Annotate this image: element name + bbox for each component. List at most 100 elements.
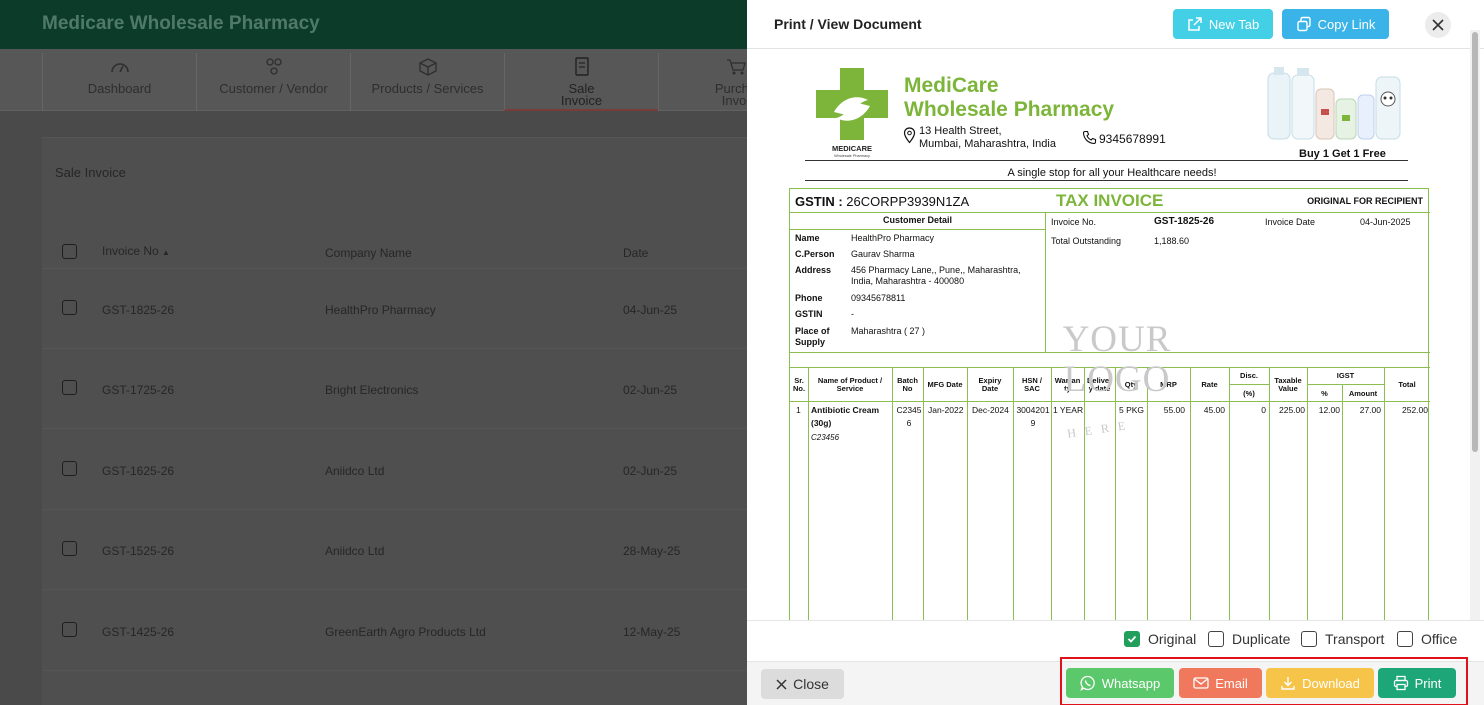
tagline: A single stop for all your Healthcare ne… bbox=[1007, 167, 1217, 179]
copy-type-label: ORIGINAL FOR RECIPIENT bbox=[1307, 196, 1423, 206]
box-icon bbox=[418, 58, 437, 76]
table-row[interactable]: GST-1725-26 Bright Electronics 02-Jun-25 bbox=[42, 349, 762, 429]
item-batch: C2345 6 bbox=[896, 405, 922, 428]
customer-name-label: Name bbox=[795, 233, 820, 243]
col-rate: Rate bbox=[1201, 380, 1218, 389]
nav-sale-invoice[interactable]: Sale Invoice bbox=[504, 53, 658, 111]
scrollbar-thumb[interactable] bbox=[1472, 32, 1478, 452]
copy-icon bbox=[1296, 16, 1311, 32]
invoice-no: GST-1425-26 bbox=[102, 625, 175, 639]
col-disc-pct: (%) bbox=[1243, 389, 1255, 398]
grid-line bbox=[1229, 384, 1269, 385]
col-line bbox=[1115, 367, 1116, 620]
col-igst: IGST bbox=[1336, 371, 1355, 380]
gauge-icon bbox=[110, 63, 129, 73]
nav-products-services[interactable]: Products / Services bbox=[350, 53, 504, 111]
header-company-name[interactable]: Company Name bbox=[325, 246, 412, 260]
col-product-name: Name of Product / Service bbox=[817, 376, 883, 393]
col-batch-no: Batch No bbox=[897, 376, 918, 393]
col-taxable-value: Taxable Value bbox=[1274, 376, 1302, 393]
phone-icon bbox=[1082, 130, 1097, 145]
item-qty: 5 PKG bbox=[1119, 405, 1145, 415]
col-hsn-sac: HSN / SAC bbox=[1021, 376, 1042, 393]
col-sr-no: Sr. No. bbox=[792, 376, 806, 393]
invoice-date: 12-May-25 bbox=[623, 625, 681, 639]
transport-checkbox[interactable]: Transport bbox=[1301, 631, 1384, 647]
copy-link-button[interactable]: Copy Link bbox=[1282, 9, 1389, 39]
invoice-date: 02-Jun-25 bbox=[623, 464, 678, 478]
row-checkbox[interactable] bbox=[62, 380, 77, 395]
item-mrp: 55.00 bbox=[1163, 405, 1185, 415]
col-line bbox=[967, 367, 968, 620]
email-button[interactable]: Email bbox=[1179, 668, 1262, 698]
logo-subtext: Wholesale Pharmacy bbox=[834, 154, 870, 158]
office-checkbox[interactable]: Office bbox=[1397, 631, 1457, 647]
customer-address-label: Address bbox=[795, 265, 832, 275]
unchecked-icon bbox=[1301, 631, 1317, 647]
table-row[interactable]: GST-1525-26 Aniidco Ltd 28-May-25 bbox=[42, 510, 762, 590]
item-igst-pct: 12.00 bbox=[1318, 405, 1340, 415]
nav-label-2: Invoice bbox=[560, 93, 603, 108]
new-tab-button[interactable]: New Tab bbox=[1173, 9, 1273, 39]
nav-customer-vendor[interactable]: Customer / Vendor bbox=[196, 53, 350, 111]
table-row[interactable]: GST-1825-26 HealthPro Pharmacy 04-Jun-25 bbox=[42, 269, 762, 349]
table-row[interactable]: GST-1425-26 GreenEarth Agro Products Ltd… bbox=[42, 591, 762, 671]
nav-label: Products / Services bbox=[371, 81, 484, 96]
mail-icon bbox=[1193, 677, 1209, 689]
header-date[interactable]: Date bbox=[623, 246, 648, 260]
nav-dashboard[interactable]: Dashboard bbox=[42, 53, 196, 111]
gstin-value: 26CORPP3939N1ZA bbox=[846, 194, 970, 209]
invoice-no: GST-1525-26 bbox=[102, 544, 175, 558]
total-outstanding-value: 1,188.60 bbox=[1154, 236, 1190, 246]
col-igst-pct: % bbox=[1321, 389, 1328, 398]
download-button[interactable]: Download bbox=[1266, 668, 1374, 698]
table-row[interactable]: GST-1625-26 Aniidco Ltd 02-Jun-25 bbox=[42, 430, 762, 510]
select-all-checkbox[interactable] bbox=[62, 244, 77, 259]
logo-watermark: YOUR LOGO bbox=[1062, 319, 1172, 400]
item-hsn: 3004201 9 bbox=[1016, 405, 1050, 428]
original-checkbox[interactable]: Original bbox=[1124, 631, 1196, 647]
print-label: Print bbox=[1414, 675, 1442, 691]
drawer-title: Print / View Document bbox=[774, 16, 922, 32]
nav-label: Dashboard bbox=[87, 81, 152, 96]
users-icon bbox=[265, 58, 282, 75]
grid-line bbox=[1045, 212, 1046, 352]
close-button[interactable]: Close bbox=[761, 669, 844, 699]
company-name: Aniidco Ltd bbox=[325, 464, 385, 478]
print-view-drawer: Print / View Document New Tab Copy Link … bbox=[747, 0, 1484, 705]
duplicate-checkbox[interactable]: Duplicate bbox=[1208, 631, 1290, 647]
customer-name: HealthPro Pharmacy bbox=[851, 233, 935, 243]
invoice-date: 02-Jun-25 bbox=[623, 383, 678, 397]
row-checkbox[interactable] bbox=[62, 622, 77, 637]
company-phone: 9345678991 bbox=[1099, 132, 1166, 146]
header-invoice-no[interactable]: Invoice No ▲ bbox=[102, 244, 170, 258]
col-expiry-date: Expiry Date bbox=[978, 376, 1002, 393]
row-checkbox[interactable] bbox=[62, 461, 77, 476]
col-line bbox=[1084, 367, 1085, 620]
col-disc: Disc. bbox=[1240, 371, 1258, 380]
grid-line bbox=[790, 401, 1430, 402]
invoice-date-label: Invoice Date bbox=[1265, 217, 1316, 227]
new-tab-label: New Tab bbox=[1208, 16, 1260, 32]
promo-text: Buy 1 Get 1 Free bbox=[1299, 148, 1386, 160]
row-checkbox[interactable] bbox=[62, 300, 77, 315]
printer-icon bbox=[1393, 675, 1408, 691]
customer-gstin-label: GSTIN bbox=[795, 309, 823, 319]
card-title: Sale Invoice bbox=[55, 165, 126, 180]
whatsapp-label: Whatsapp bbox=[1101, 675, 1161, 691]
item-disc: 0 bbox=[1261, 405, 1266, 415]
company-address: 13 Health Street, Mumbai, Maharashtra, I… bbox=[919, 125, 1056, 151]
print-button[interactable]: Print bbox=[1378, 668, 1456, 698]
row-checkbox[interactable] bbox=[62, 541, 77, 556]
unchecked-icon bbox=[1397, 631, 1413, 647]
document-preview[interactable]: MEDICARE Wholesale Pharmacy MediCare Who… bbox=[757, 50, 1467, 620]
whatsapp-button[interactable]: Whatsapp bbox=[1066, 668, 1174, 698]
close-icon[interactable] bbox=[1425, 12, 1451, 38]
gstin-label: GSTIN : bbox=[795, 194, 843, 209]
grid-line bbox=[790, 229, 1045, 230]
medicare-logo: MEDICARE Wholesale Pharmacy bbox=[816, 68, 888, 158]
item-taxable: 225.00 bbox=[1279, 405, 1305, 415]
logo-text: MEDICARE bbox=[832, 144, 872, 153]
invoice-document: MEDICARE Wholesale Pharmacy MediCare Who… bbox=[757, 50, 1467, 620]
copy-link-label: Copy Link bbox=[1317, 16, 1376, 32]
